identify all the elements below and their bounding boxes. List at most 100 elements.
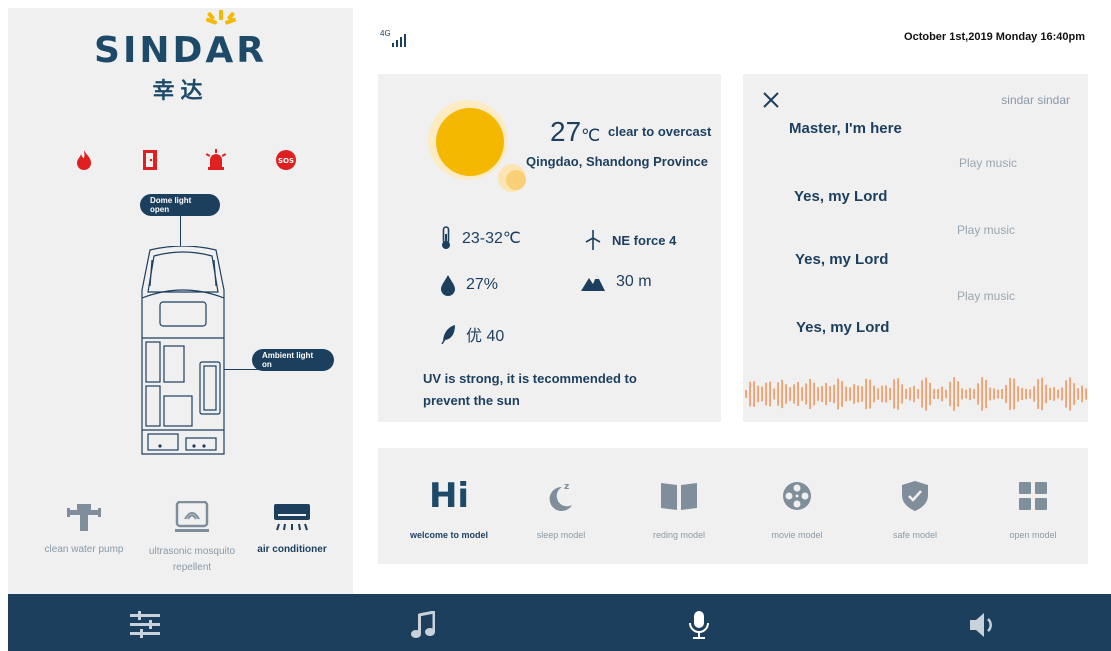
door-icon[interactable] xyxy=(138,148,162,172)
waveform-bar xyxy=(969,387,971,401)
alarm-light-icon[interactable] xyxy=(204,148,228,172)
waveform-bar xyxy=(805,383,807,405)
waveform-bar xyxy=(833,384,835,404)
mosquito-repellent-icon xyxy=(142,500,242,534)
waveform-bar xyxy=(989,387,991,401)
bottom-navigation xyxy=(8,594,1111,651)
waveform-bar xyxy=(865,378,867,410)
waveform-bar xyxy=(797,381,799,407)
grid-icon xyxy=(978,476,1088,516)
waveform-bar xyxy=(977,383,979,405)
waveform-bar xyxy=(853,384,855,404)
mode-label: open model xyxy=(1009,530,1057,540)
rv-top-view-diagram xyxy=(141,246,225,455)
brand-logo: SINDAR 幸达 xyxy=(8,10,353,105)
sliders-icon[interactable] xyxy=(130,610,160,640)
alarm-icons: SOS xyxy=(8,148,353,174)
dome-light-connector xyxy=(180,216,181,246)
device-air-conditioner[interactable]: air conditioner xyxy=(252,500,332,555)
hi-title: Hi xyxy=(428,476,470,516)
waveform-bar xyxy=(1049,387,1051,401)
wind-turbine-icon xyxy=(585,230,601,250)
music-note-icon[interactable] xyxy=(408,610,438,640)
weather-condition: clear to overcast xyxy=(608,124,712,139)
ambient-light-label[interactable]: Ambient light on xyxy=(252,349,334,371)
waveform-bar xyxy=(845,386,847,402)
device-mosquito-repellent[interactable]: ultrasonic mosquito repellent xyxy=(142,500,242,576)
temperature-range: 23-32℃ xyxy=(440,226,521,250)
air-conditioner-icon xyxy=(252,500,332,534)
waveform-bar xyxy=(1045,384,1047,404)
waveform-bar xyxy=(837,378,839,410)
assistant-reply: Yes, my Lord xyxy=(794,188,888,205)
waveform-bar xyxy=(841,381,843,407)
waveform-bar xyxy=(1077,388,1079,400)
waveform-bar xyxy=(945,389,947,399)
waveform-bar xyxy=(1041,377,1043,411)
waveform-bar xyxy=(1073,383,1075,405)
waveform-bar xyxy=(1029,389,1031,399)
ambient-light-connector xyxy=(224,369,260,370)
speaker-icon[interactable] xyxy=(968,610,998,640)
weather-card: 27℃ clear to overcast Qingdao, Shandong … xyxy=(378,74,721,422)
waveform-bar xyxy=(873,385,875,403)
waveform-bar xyxy=(905,388,907,400)
waveform-bar xyxy=(973,389,975,399)
waveform-bar xyxy=(861,386,863,402)
mode-sleep[interactable]: z sleep model xyxy=(506,476,616,540)
waveform-bar xyxy=(781,379,783,409)
scene-modes: Hi welcome to model z sleep model reding… xyxy=(378,448,1088,564)
waveform-bar xyxy=(925,377,927,411)
device-clean-water-pump[interactable]: clean water pump xyxy=(44,500,124,555)
book-icon xyxy=(624,476,734,516)
waveform-bar xyxy=(897,378,899,410)
waveform-bar xyxy=(1037,379,1039,409)
waveform-bar xyxy=(993,388,995,400)
temperature-range-value: 23-32℃ xyxy=(462,230,521,247)
vehicle-panel: SINDAR 幸达 SOS Dome light open Ambient li… xyxy=(8,8,353,594)
waveform-bar xyxy=(1005,384,1007,404)
waveform-bar xyxy=(1013,378,1015,410)
mode-open[interactable]: open model xyxy=(978,476,1088,540)
voice-waveform xyxy=(745,377,1087,411)
uv-advice: UV is strong, it is tecommended to preve… xyxy=(423,371,637,408)
mode-safe[interactable]: safe model xyxy=(860,476,970,540)
waveform-bar xyxy=(813,382,815,406)
waveform-bar xyxy=(957,381,959,407)
waveform-bar xyxy=(965,389,967,399)
current-temperature: 27℃ xyxy=(550,116,601,147)
close-icon[interactable] xyxy=(761,90,781,110)
microphone-icon[interactable] xyxy=(684,610,714,640)
waveform-bar xyxy=(921,380,923,408)
waveform-bar xyxy=(1057,389,1059,399)
waveform-bar xyxy=(1065,380,1067,408)
mode-label: sleep model xyxy=(536,530,586,540)
sun-icon xyxy=(428,100,526,192)
waveform-bar xyxy=(773,388,775,400)
waveform-bar xyxy=(941,386,943,402)
assistant-name: sindar sindar xyxy=(1001,93,1070,107)
waveform-bar xyxy=(761,386,763,402)
mode-label: movie model xyxy=(771,530,823,540)
brand-name-cn: 幸达 xyxy=(152,78,209,103)
user-command: Play music xyxy=(959,156,1018,170)
dome-light-label[interactable]: Dome light open xyxy=(140,194,220,216)
mode-movie[interactable]: movie model xyxy=(742,476,852,540)
mode-label: welcome to model xyxy=(409,530,489,540)
waveform-bar xyxy=(1069,377,1071,411)
sos-icon[interactable]: SOS xyxy=(274,148,298,172)
waveform-bar xyxy=(1025,388,1027,400)
leaf-icon xyxy=(441,325,455,344)
waveform-bar xyxy=(829,386,831,402)
voice-assistant-card: sindar sindar Master, I'm here Play musi… xyxy=(743,74,1088,422)
waveform-bar xyxy=(937,389,939,399)
fire-icon[interactable] xyxy=(72,148,96,172)
waveform-bar xyxy=(885,385,887,403)
mode-label: safe model xyxy=(892,530,938,540)
mode-welcome[interactable]: Hi welcome to model xyxy=(394,476,504,540)
waveform-bar xyxy=(1017,386,1019,402)
mode-reading[interactable]: reding model xyxy=(624,476,734,540)
network-type: 4G xyxy=(380,29,391,38)
waveform-bar xyxy=(1085,388,1087,400)
waveform-bar xyxy=(765,382,767,406)
